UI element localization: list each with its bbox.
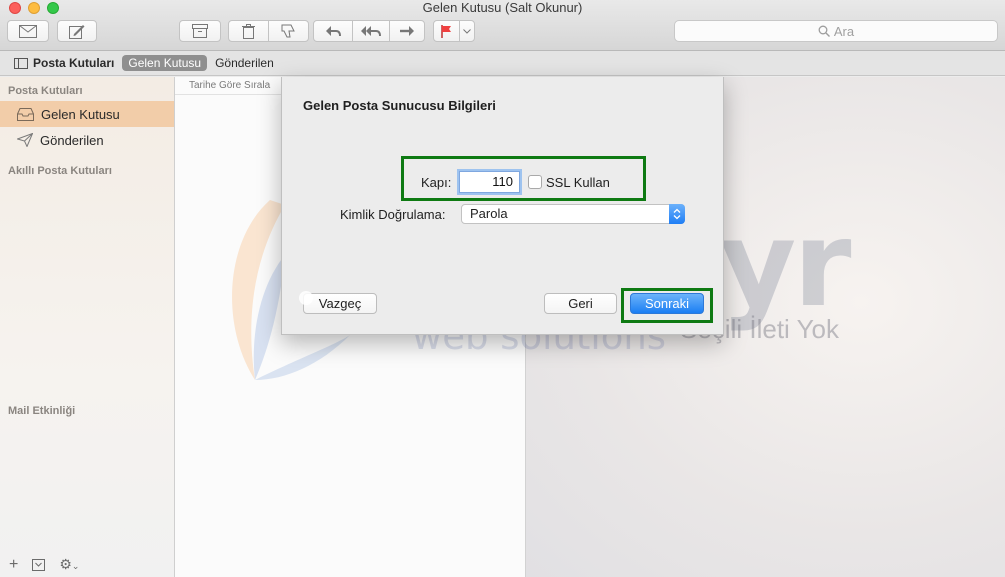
reply-forward-group: [313, 20, 425, 42]
auth-label: Kimlik Doğrulama:: [340, 207, 446, 222]
sidebar-item-label: Gelen Kutusu: [41, 106, 120, 122]
fav-inbox[interactable]: Gelen Kutusu: [122, 55, 208, 71]
back-button[interactable]: Geri: [544, 293, 617, 314]
search-icon: [818, 25, 830, 37]
compose-button[interactable]: [57, 20, 97, 42]
flag-menu-button[interactable]: [459, 20, 475, 42]
download-box-icon[interactable]: [32, 559, 46, 571]
fav-sent[interactable]: Gönderilen: [215, 56, 274, 70]
toolbar: Gelen Kutusu (Salt Okunur) Ara: [0, 0, 1005, 51]
paper-plane-icon: [17, 133, 33, 147]
mail-window: Gelen Kutusu (Salt Okunur) Ara Posta Kut…: [0, 0, 1005, 577]
forward-arrow-icon: [400, 26, 414, 36]
add-icon[interactable]: +: [9, 557, 18, 573]
sidebar-item-sent[interactable]: Gönderilen: [0, 127, 174, 153]
reply-all-button[interactable]: [352, 20, 390, 42]
delete-junk-group: [228, 20, 309, 42]
auth-selected-value: Parola: [470, 206, 508, 221]
sidebar-section-mailboxes: Posta Kutuları: [8, 85, 83, 97]
archive-button[interactable]: [179, 20, 221, 42]
watermark-dot-icon: [299, 291, 313, 305]
red-flag-icon: [441, 24, 451, 38]
flag-group: [433, 20, 475, 42]
inbox-tray-icon: [17, 107, 34, 121]
gear-menu-icon[interactable]: ⚙⌄: [59, 557, 79, 573]
dialog-title: Gelen Posta Sunucusu Bilgileri: [303, 98, 496, 113]
auth-select[interactable]: Parola: [461, 204, 685, 224]
next-button-highlight-box: [621, 288, 713, 323]
envelope-icon: [19, 24, 37, 38]
cancel-button[interactable]: Vazgeç: [303, 293, 377, 314]
mailboxes-label: Posta Kutuları: [33, 56, 115, 70]
search-field[interactable]: Ara: [674, 20, 998, 42]
flag-button[interactable]: [433, 20, 460, 42]
reply-icon: [326, 26, 341, 37]
favorites-bar: Posta Kutuları Gelen Kutusu Gönderilen: [0, 51, 1005, 76]
window-title: Gelen Kutusu (Salt Okunur): [422, 0, 583, 15]
thumbs-down-icon: [281, 24, 295, 38]
forward-button[interactable]: [389, 20, 425, 42]
chevron-down-icon: [463, 28, 471, 34]
sidebar-icon: [14, 57, 28, 69]
compose-icon: [69, 24, 85, 39]
port-ssl-highlight-box: [401, 156, 646, 201]
select-arrows-icon: [669, 204, 685, 224]
search-placeholder: Ara: [833, 23, 855, 39]
reply-all-icon: [361, 26, 381, 37]
sidebar-item-label: Gönderilen: [40, 132, 104, 148]
get-mail-button[interactable]: [7, 20, 49, 42]
delete-button[interactable]: [228, 20, 269, 42]
trash-icon: [242, 23, 255, 39]
junk-button[interactable]: [268, 20, 309, 42]
sidebar: Posta Kutuları Gelen Kutusu Gönderilen A…: [0, 77, 175, 577]
sidebar-item-inbox[interactable]: Gelen Kutusu: [0, 101, 174, 127]
archive-icon: [192, 24, 208, 38]
show-mailboxes-button[interactable]: Posta Kutuları: [14, 56, 114, 70]
sidebar-footer: + ⚙⌄: [0, 553, 174, 577]
reply-button[interactable]: [313, 20, 353, 42]
sidebar-section-activity: Mail Etkinliği: [8, 405, 76, 417]
sidebar-section-smart: Akıllı Posta Kutuları: [8, 165, 112, 177]
